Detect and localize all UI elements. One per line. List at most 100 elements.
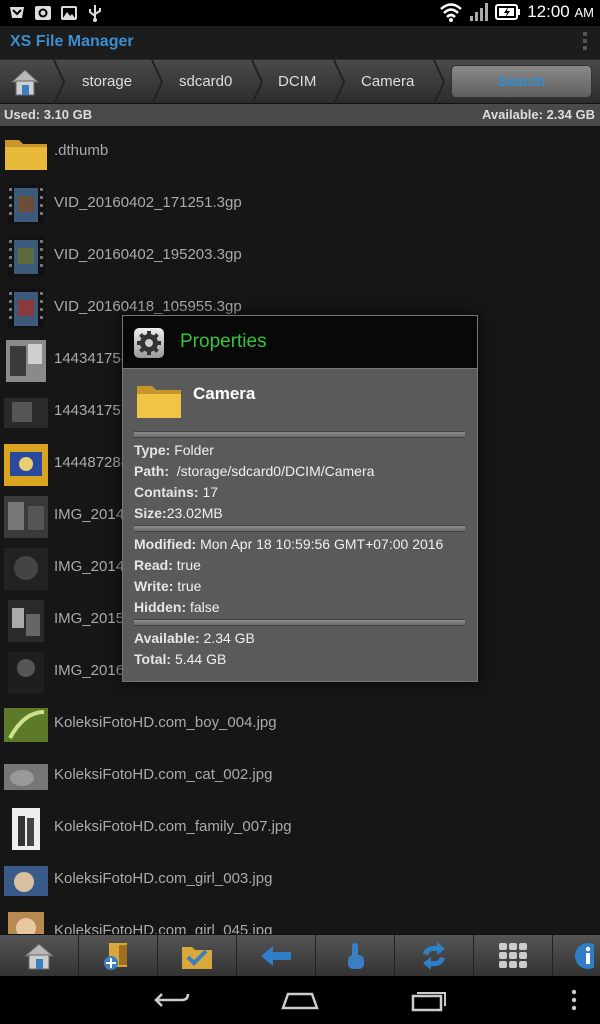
folder-icon [137,386,181,418]
prop-size: Size:23.02MB [134,505,223,521]
breadcrumb-separator [53,60,66,104]
breadcrumb-separator [151,60,164,104]
image-thumbnail-icon [4,708,48,742]
grid-view-button[interactable] [474,935,553,977]
dialog-header: Properties [123,316,477,369]
available-space: Available: 2.34 GB [482,107,595,122]
video-thumbnail-icon [8,289,44,329]
used-space: Used: 3.10 GB [4,107,93,122]
grid-view-icon [499,943,527,968]
breadcrumb-item-camera[interactable]: Camera [361,60,414,104]
breadcrumb: storage sdcard0 DCIM Camera Search [0,60,600,104]
file-name: KoleksiFotoHD.com_girl_003.jpg [54,870,273,887]
file-name: KoleksiFotoHD.com_cat_002.jpg [54,766,273,783]
list-item[interactable]: KoleksiFotoHD.com_girl_003.jpg [0,854,600,906]
image-thumbnail-icon [4,444,48,486]
status-bar: 12:00 AM [0,0,600,26]
file-name: .dthumb [54,142,109,159]
folder-icon [5,140,47,170]
file-name: KoleksiFotoHD.com_family_007.jpg [54,818,292,835]
notification-icon [10,7,24,18]
image-thumbnail-icon [8,652,44,694]
file-name: IMG_20140 [54,558,133,575]
back-arrow-icon [261,946,291,966]
info-button[interactable] [553,935,600,977]
storage-usage-bar: Used: 3.10 GB Available: 2.34 GB [0,104,600,126]
image-thumbnail-icon [4,548,48,590]
signal-icon [470,3,489,21]
divider [134,525,465,532]
touch-icon [348,943,364,969]
overflow-menu-icon[interactable] [582,32,588,54]
breadcrumb-item-dcim[interactable]: DCIM [278,60,316,104]
info-icon [574,943,594,969]
home-icon [23,943,55,970]
new-folder-icon [104,943,127,970]
breadcrumb-home-button[interactable] [0,60,50,104]
file-name: IMG_20150 [54,610,133,627]
breadcrumb-separator [251,60,264,104]
app-title: XS File Manager [10,33,134,50]
file-name: VID_20160418_105955.3gp [54,298,242,315]
nav-menu-icon[interactable] [554,988,594,1012]
prop-modified: Modified: Mon Apr 18 10:59:56 GMT+07:00 … [134,536,444,552]
file-name: KoleksiFotoHD.com_girl_045.jpg [54,922,273,934]
image-thumbnail-icon [4,764,48,790]
prop-available: Available: 2.34 GB [134,630,255,646]
search-button[interactable]: Search [451,65,592,98]
folder-name: Camera [193,384,256,403]
image-thumbnail-icon [4,496,48,538]
refresh-button[interactable] [395,935,474,977]
breadcrumb-item-storage[interactable]: storage [82,60,132,104]
file-name: VID_20160402_171251.3gp [54,194,242,211]
nav-home-icon[interactable] [280,988,320,1012]
list-item[interactable]: VID_20160402_195203.3gp [0,230,600,282]
file-name: IMG_2016 [54,662,125,679]
list-item[interactable]: KoleksiFotoHD.com_girl_045.jpg [0,906,600,934]
dialog-title: Properties [180,331,267,352]
divider [134,619,465,626]
new-folder-button[interactable] [79,935,158,977]
file-name: 144341754 [54,350,130,367]
bottom-toolbar [0,934,600,977]
prop-write: Write: true [134,578,202,594]
list-item[interactable]: .dthumb [0,126,600,178]
gear-icon [134,328,164,358]
list-item[interactable]: KoleksiFotoHD.com_boy_004.jpg [0,698,600,750]
home-button[interactable] [0,935,79,977]
prop-read: Read: true [134,557,201,573]
prop-path: Path: /storage/sdcard0/DCIM/Camera [134,463,375,479]
wifi-icon [440,3,463,22]
list-item[interactable]: KoleksiFotoHD.com_family_007.jpg [0,802,600,854]
list-item[interactable]: KoleksiFotoHD.com_cat_002.jpg [0,750,600,802]
back-button[interactable] [237,935,316,977]
image-thumbnail-icon [6,340,46,382]
nav-back-icon[interactable] [152,988,192,1012]
video-thumbnail-icon [8,237,44,277]
touch-button[interactable] [316,935,395,977]
list-item[interactable]: VID_20160402_171251.3gp [0,178,600,230]
app-bar: XS File Manager [0,26,600,60]
camera-icon [35,6,51,20]
nav-recent-apps-icon[interactable] [409,988,449,1012]
image-thumbnail-icon [8,600,44,642]
select-icon [182,947,212,969]
image-thumbnail-icon [8,912,44,934]
select-button[interactable] [158,935,237,977]
prop-hidden: Hidden: false [134,599,220,615]
image-thumbnail-icon [12,808,40,850]
navigation-bar [0,976,600,1024]
prop-total: Total: 5.44 GB [134,651,227,667]
breadcrumb-separator [433,60,446,104]
breadcrumb-item-sdcard0[interactable]: sdcard0 [179,60,232,104]
properties-dialog: Properties Camera Type: Folder Path: /st… [122,315,478,682]
gallery-icon [61,6,77,20]
image-thumbnail-icon [4,398,48,428]
prop-contains: Contains: 17 [134,484,219,500]
image-thumbnail-icon [4,866,48,896]
divider [134,431,465,438]
clock: 12:00 AM [527,2,594,21]
battery-icon [495,4,521,20]
video-thumbnail-icon [8,185,44,225]
refresh-icon [423,942,445,970]
